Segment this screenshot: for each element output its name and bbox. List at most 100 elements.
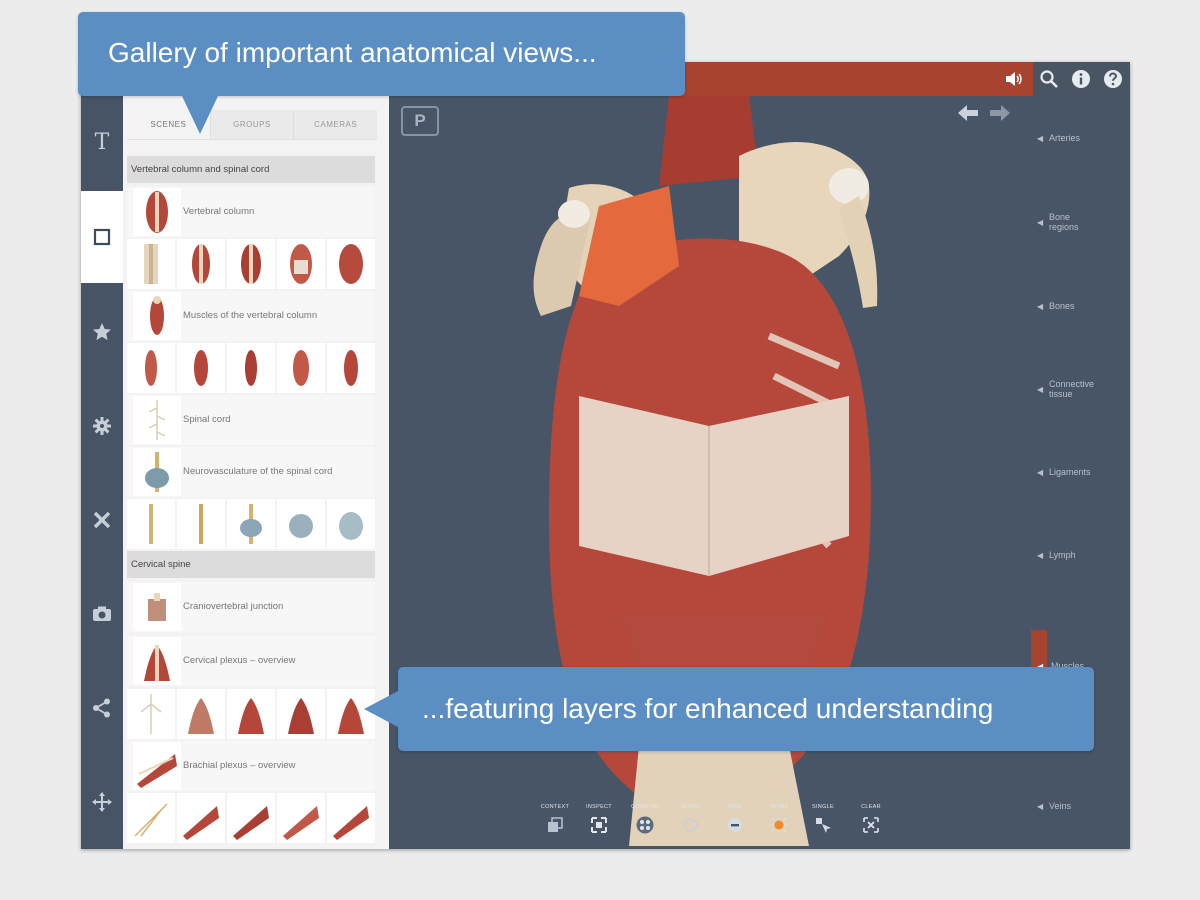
top-tools [1033,62,1130,96]
chevron-left-icon: ◀ [1037,133,1044,143]
layer-thumbnail[interactable] [177,499,225,549]
layer-thumbnail[interactable] [127,499,175,549]
scene-label: Neurovasculature of the spinal cord [183,466,333,477]
scene-item-cervical-plexus[interactable]: Cervical plexus – overview [127,636,375,686]
tool-isomr[interactable]: ISOMR [757,804,801,834]
layer-thumbnail[interactable] [277,499,325,549]
isolate-icon [770,816,788,834]
scene-item-craniovertebral[interactable]: Craniovertebral junction [127,582,375,632]
layer-item-lymph[interactable]: ◀ Lymph [1031,525,1130,585]
share-button[interactable] [81,662,123,754]
info-icon[interactable] [1071,69,1091,89]
section-header: Vertebral column and spinal cord [127,156,375,183]
layer-thumbnail[interactable] [277,689,325,739]
scene-label: Cervical plexus – overview [183,655,296,666]
hide-icon [728,818,742,832]
share-icon [93,698,110,718]
star-icon [93,323,111,341]
section-header: Cervical spine [127,551,375,578]
layer-thumbnail[interactable] [177,689,225,739]
callout-layers: ...featuring layers for enhanced underst… [364,667,1094,751]
layer-item-connective-tissue[interactable]: ◀ Connective tissue [1031,359,1130,419]
search-icon[interactable] [1039,69,1059,89]
chevron-left-icon: ◀ [1037,301,1044,311]
tool-context[interactable]: CONTEXT [533,804,577,834]
layer-thumbnail[interactable] [127,343,175,393]
bottom-toolbar: CONTEXT INSPECT COMBINE GHOST HIDE ISOMR… [533,804,893,848]
layer-thumbnail[interactable] [227,499,275,549]
tool-combine[interactable]: COMBINE [623,804,667,834]
layer-item-arteries[interactable]: ◀ Arteries [1031,108,1130,168]
layer-item-bones[interactable]: ◀ Bones [1031,276,1130,336]
scene-item-brachial-plexus[interactable]: Brachial plexus – overview [127,741,375,791]
camera-button[interactable] [81,568,123,660]
layer-thumbnail[interactable] [277,239,325,289]
layer-thumbnail[interactable] [327,343,375,393]
scene-gallery-panel: SCENES GROUPS CAMERAS Vertebral column a… [123,96,389,849]
ghost-icon [684,818,698,832]
callout-gallery: Gallery of important anatomical views... [78,12,685,134]
scenes-icon [93,228,111,246]
left-toolbar: T [81,96,123,849]
layer-strip [127,343,375,393]
layer-thumbnail[interactable] [227,793,275,843]
layer-thumbnail[interactable] [227,343,275,393]
favorites-button[interactable] [81,286,123,378]
layer-item-ligaments[interactable]: ◀ Ligaments [1031,442,1130,502]
scene-label: Spinal cord [183,414,231,425]
tool-clear[interactable]: CLEAR [849,804,893,834]
tool-single[interactable]: SINGLE [801,804,845,834]
scene-thumbnail [133,448,181,496]
scene-thumbnail [133,637,181,685]
scene-item-vertebral-column[interactable]: Vertebral column [127,187,375,237]
layer-thumbnail[interactable] [177,793,225,843]
scene-item-neurovasculature[interactable]: Neurovasculature of the spinal cord [127,447,375,497]
layer-thumbnail[interactable] [227,689,275,739]
scene-thumbnail [133,583,181,631]
tools-icon [93,511,111,529]
layer-thumbnail[interactable] [127,239,175,289]
clear-icon [863,817,879,833]
tools-button[interactable] [81,474,123,566]
layer-strip [127,793,375,843]
scene-item-muscles-vertebral[interactable]: Muscles of the vertebral column [127,291,375,341]
layer-item-veins[interactable]: ◀ Veins [1031,776,1130,836]
combine-icon [636,816,654,834]
scene-thumbnail [133,292,181,340]
tool-inspect[interactable]: INSPECT [577,804,621,834]
layer-thumbnail[interactable] [177,239,225,289]
layer-thumbnail[interactable] [327,499,375,549]
gear-icon [93,417,111,435]
chevron-left-icon: ◀ [1037,217,1044,227]
move-icon [92,792,112,812]
chevron-left-icon: ◀ [1037,550,1044,560]
settings-button[interactable] [81,380,123,472]
inspect-icon [591,817,607,833]
tab-groups[interactable]: GROUPS [210,110,295,139]
move-button[interactable] [81,756,123,848]
layer-thumbnail[interactable] [177,343,225,393]
scene-label: Vertebral column [183,206,255,217]
scene-label: Craniovertebral junction [183,601,284,612]
scenes-button[interactable] [81,191,123,283]
layer-thumbnail[interactable] [277,343,325,393]
layer-thumbnail[interactable] [127,689,175,739]
layer-thumbnail[interactable] [227,239,275,289]
scene-item-spinal-cord[interactable]: Spinal cord [127,395,375,445]
text-button[interactable]: T [81,96,123,188]
camera-icon [93,606,111,621]
help-icon[interactable] [1103,69,1123,89]
tool-hide[interactable]: HIDE [713,804,757,834]
layer-thumbnail[interactable] [327,239,375,289]
chevron-left-icon: ◀ [1037,384,1044,394]
layer-thumbnail[interactable] [127,793,175,843]
layer-thumbnail[interactable] [277,793,325,843]
tab-cameras[interactable]: CAMERAS [294,110,378,139]
layer-strip [127,239,375,289]
chevron-left-icon: ◀ [1037,467,1044,477]
layer-thumbnail[interactable] [327,793,375,843]
context-icon [548,817,563,832]
layer-item-bone-regions[interactable]: ◀ Bone regions [1031,192,1130,252]
sound-icon[interactable] [1003,69,1023,89]
tool-ghost[interactable]: GHOST [669,804,713,834]
